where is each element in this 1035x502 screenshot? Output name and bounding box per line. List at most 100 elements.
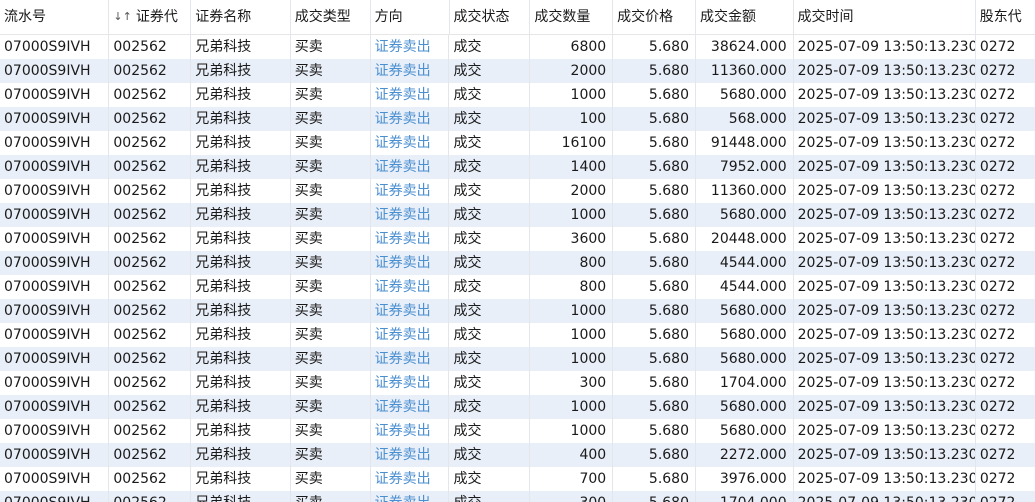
header-security-code[interactable]: ↓↑ 证券代: [109, 0, 192, 34]
cell-amount: 11360.000: [696, 179, 794, 203]
cell-trade-type: 买卖: [291, 371, 371, 395]
cell-price: 5.680: [613, 251, 697, 275]
cell-price: 5.680: [613, 83, 697, 107]
cell-security-name: 兄弟科技: [191, 131, 291, 155]
trade-table: 流水号 ↓↑ 证券代 证券名称 成交类型 方向 成交状态 成交数量 成交价格 成交…: [0, 0, 1035, 502]
cell-serial-no: 07000S9IVH: [0, 491, 110, 502]
cell-trade-status: 成交: [449, 347, 531, 371]
table-row[interactable]: 07000S9IVH 002562 兄弟科技 买卖 证券卖出 成交 1000 5.680 568…: [0, 299, 1035, 323]
cell-trade-status: 成交: [449, 395, 531, 419]
cell-shareholder-code: 0272: [979, 303, 1016, 319]
cell-quantity: 2000: [530, 59, 614, 83]
table-row[interactable]: 07000S9IVH 002562 兄弟科技 买卖 证券卖出 成交 800 5.680 4544…: [0, 251, 1035, 275]
cell-trade-type: 买卖: [291, 131, 371, 155]
cell-trade-status: 成交: [449, 155, 531, 179]
cell-shareholder-code: 0272: [979, 63, 1016, 79]
table-row[interactable]: 07000S9IVH 002562 兄弟科技 买卖 证券卖出 成交 1000 5.680 568…: [0, 395, 1035, 419]
cell-trade-time: 2025-07-09 13:50:13.230: [794, 59, 976, 83]
table-row[interactable]: 07000S9IVH 002562 兄弟科技 买卖 证券卖出 成交 1000 5.680 568…: [0, 203, 1035, 227]
header-direction[interactable]: 方向: [371, 0, 450, 34]
cell-trade-type: 买卖: [291, 395, 371, 419]
cell-trade-status: 成交: [449, 467, 531, 491]
cell-serial-no: 07000S9IVH: [0, 371, 110, 395]
table-row[interactable]: 07000S9IVH 002562 兄弟科技 买卖 证券卖出 成交 1000 5.680 568…: [0, 83, 1035, 107]
cell-amount: 11360.000: [696, 59, 794, 83]
cell-amount: 5680.000: [696, 299, 794, 323]
cell-amount: 2272.000: [696, 443, 794, 467]
cell-security-name: 兄弟科技: [191, 491, 291, 502]
cell-direction: 证券卖出: [371, 275, 450, 299]
header-serial-no[interactable]: 流水号: [0, 0, 110, 34]
header-price[interactable]: 成交价格: [613, 0, 696, 34]
cell-serial-no: 07000S9IVH: [0, 227, 110, 251]
cell-amount: 5680.000: [696, 83, 794, 107]
cell-shareholder-code: 0272: [979, 327, 1016, 343]
table-row[interactable]: 07000S9IVH 002562 兄弟科技 买卖 证券卖出 成交 700 5.680 3976…: [0, 467, 1035, 491]
header-trade-time[interactable]: 成交时间: [794, 0, 976, 34]
cell-security-name: 兄弟科技: [191, 107, 291, 131]
cell-trade-time: 2025-07-09 13:50:13.230: [794, 443, 976, 467]
cell-security-name: 兄弟科技: [191, 323, 291, 347]
cell-price: 5.680: [613, 179, 697, 203]
cell-direction: 证券卖出: [371, 203, 450, 227]
table-row[interactable]: 07000S9IVH 002562 兄弟科技 买卖 证券卖出 成交 400 5.680 2272…: [0, 443, 1035, 467]
cell-trade-type: 买卖: [291, 347, 371, 371]
table-row[interactable]: 07000S9IVH 002562 兄弟科技 买卖 证券卖出 成交 16100 5.680 91…: [0, 131, 1035, 155]
cell-serial-no: 07000S9IVH: [0, 203, 110, 227]
header-security-name[interactable]: 证券名称: [191, 0, 291, 34]
cell-serial-no: 07000S9IVH: [0, 419, 110, 443]
cell-security-name: 兄弟科技: [191, 155, 291, 179]
table-row[interactable]: 07000S9IVH 002562 兄弟科技 买卖 证券卖出 成交 2000 5.680 113…: [0, 179, 1035, 203]
table-row[interactable]: 07000S9IVH 002562 兄弟科技 买卖 证券卖出 成交 3600 5.680 204…: [0, 227, 1035, 251]
cell-trade-time: 2025-07-09 13:50:13.230: [794, 131, 976, 155]
cell-serial-no: 07000S9IVH: [0, 299, 110, 323]
cell-trade-time: 2025-07-09 13:50:13.230: [794, 275, 976, 299]
table-row[interactable]: 07000S9IVH 002562 兄弟科技 买卖 证券卖出 成交 1000 5.680 568…: [0, 347, 1035, 371]
header-shareholder-code[interactable]: 股东代: [976, 0, 1035, 34]
table-row[interactable]: 07000S9IVH 002562 兄弟科技 买卖 证券卖出 成交 1400 5.680 795…: [0, 155, 1035, 179]
table-row[interactable]: 07000S9IVH002562兄弟科技买卖证券卖出成交3005.6801704…: [0, 491, 1035, 502]
cell-shareholder-code: 0272: [979, 183, 1016, 199]
cell-trade-type: 买卖: [291, 35, 371, 59]
cell-amount: 5680.000: [696, 395, 794, 419]
cell-serial-no: 07000S9IVH: [0, 467, 110, 491]
sort-ascending-icon[interactable]: ↓↑: [113, 0, 131, 34]
cell-amount: 20448.000: [696, 227, 794, 251]
header-quantity[interactable]: 成交数量: [530, 0, 614, 34]
cell-security-code: 002562: [109, 347, 192, 371]
cell-trade-status: 成交: [449, 419, 531, 443]
cell-direction: 证券卖出: [371, 467, 450, 491]
cell-amount: 4544.000: [696, 275, 794, 299]
header-trade-type[interactable]: 成交类型: [291, 0, 371, 34]
cell-security-code: 002562: [109, 323, 192, 347]
cell-security-name: 兄弟科技: [191, 251, 291, 275]
cell-trade-status: 成交: [449, 83, 531, 107]
cell-price: 5.680: [613, 323, 697, 347]
cell-serial-no: 07000S9IVH: [0, 155, 110, 179]
cell-security-name: 兄弟科技: [191, 419, 291, 443]
table-row[interactable]: 07000S9IVH 002562 兄弟科技 买卖 证券卖出 成交 1000 5.680 568…: [0, 323, 1035, 347]
table-row[interactable]: 07000S9IVH 002562 兄弟科技 买卖 证券卖出 成交 1000 5.680 568…: [0, 419, 1035, 443]
table-row[interactable]: 07000S9IVH002562兄弟科技买卖证券卖出成交3005.6801704…: [0, 371, 1035, 395]
cell-trade-status: 成交: [449, 251, 531, 275]
cell-amount: 4544.000: [696, 251, 794, 275]
table-row[interactable]: 07000S9IVH 002562 兄弟科技 买卖 证券卖出 成交 800 5.680 4544…: [0, 275, 1035, 299]
cell-price: 5.680: [613, 347, 697, 371]
cell-security-code: 002562: [109, 203, 192, 227]
cell-security-code: 002562: [109, 35, 192, 59]
table-row[interactable]: 07000S9IVH 002562 兄弟科技 买卖 证券卖出 成交 6800 5.680 386…: [0, 35, 1035, 59]
header-amount[interactable]: 成交金额: [696, 0, 794, 34]
header-trade-status[interactable]: 成交状态: [450, 0, 531, 34]
cell-serial-no: 07000S9IVH: [0, 59, 110, 83]
cell-security-code: 002562: [109, 299, 192, 323]
table-row[interactable]: 07000S9IVH 002562 兄弟科技 买卖 证券卖出 成交 100 5.680 568.…: [0, 107, 1035, 131]
cell-trade-time: 2025-07-09 13:50:13.230: [794, 491, 976, 502]
cell-price: 5.680: [613, 203, 697, 227]
cell-quantity: 400: [530, 443, 614, 467]
cell-trade-time: 2025-07-09 13:50:13.230: [794, 107, 976, 131]
table-row[interactable]: 07000S9IVH 002562 兄弟科技 买卖 证券卖出 成交 2000 5.680 113…: [0, 59, 1035, 83]
cell-direction: 证券卖出: [371, 35, 450, 59]
cell-serial-no: 07000S9IVH: [0, 395, 110, 419]
cell-security-code: 002562: [109, 155, 192, 179]
cell-trade-status: 成交: [449, 371, 531, 395]
